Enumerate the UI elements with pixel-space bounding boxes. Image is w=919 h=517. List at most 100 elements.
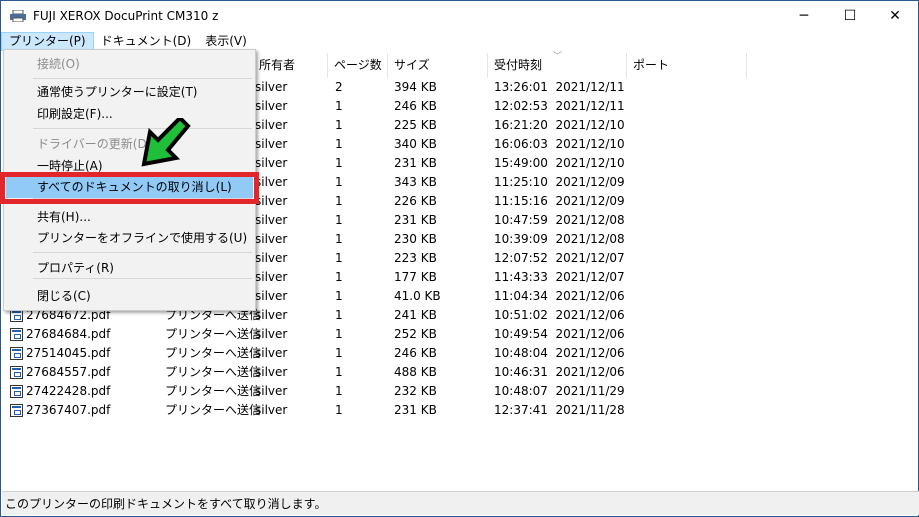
size: 223 KB	[394, 251, 437, 265]
owner: silver	[255, 137, 288, 151]
menu-item[interactable]: 通常使うプリンターに設定(T)	[6, 82, 253, 103]
owner: silver	[255, 80, 288, 94]
pages: 1	[335, 365, 343, 379]
minimize-button[interactable]: ─	[781, 1, 827, 31]
menu-item[interactable]: 印刷設定(F)...	[6, 104, 253, 125]
pages: 1	[335, 175, 343, 189]
owner: silver	[255, 213, 288, 227]
table-row[interactable]: 27684557.pdf プリンターへ送信 silver 1 488 KB 10:46:3…	[5, 363, 916, 382]
menu-item: 接続(O)	[37, 57, 80, 71]
menu-separator	[33, 78, 252, 79]
document-name: 27367407.pdf	[26, 403, 111, 417]
size: 177 KB	[394, 270, 437, 284]
size: 41.0 KB	[394, 289, 441, 303]
pages: 1	[335, 251, 343, 265]
size: 252 KB	[394, 327, 437, 341]
received-time: 12:07:52 2021/12/07	[494, 251, 625, 265]
size: 230 KB	[394, 232, 437, 246]
owner: silver	[255, 175, 288, 189]
size: 231 KB	[394, 213, 437, 227]
document-name: 27684684.pdf	[26, 327, 111, 341]
size: 232 KB	[394, 384, 437, 398]
pages: 1	[335, 270, 343, 284]
received-time: 15:49:00 2021/12/10	[494, 156, 625, 170]
pages: 1	[335, 99, 343, 113]
pages: 1	[335, 213, 343, 227]
pages: 1	[335, 289, 343, 303]
printer-icon	[10, 9, 26, 23]
owner: silver	[255, 384, 288, 398]
received-time: 11:43:33 2021/12/07	[494, 270, 625, 284]
received-time: 12:37:41 2021/11/28	[494, 403, 625, 417]
pages: 1	[335, 384, 343, 398]
document-name: 27684557.pdf	[26, 365, 111, 379]
owner: silver	[255, 251, 288, 265]
size: 340 KB	[394, 137, 437, 151]
table-row[interactable]: 27367407.pdf プリンターへ送信 silver 1 231 KB 12:37:4…	[5, 401, 916, 420]
size: 488 KB	[394, 365, 437, 379]
size: 394 KB	[394, 80, 437, 94]
document-status: プリンターへ送信	[165, 403, 262, 417]
pages: 2	[335, 80, 343, 94]
received-time: 11:15:16 2021/12/09	[494, 194, 625, 208]
size: 246 KB	[394, 346, 437, 360]
document-status: プリンターへ送信	[165, 346, 262, 360]
table-row[interactable]: 27422428.pdf プリンターへ送信 silver 1 232 KB 10:48:0…	[5, 382, 916, 401]
pages: 1	[335, 232, 343, 246]
received-time: 10:51:02 2021/12/06	[494, 308, 625, 322]
size: 231 KB	[394, 403, 437, 417]
size: 241 KB	[394, 308, 437, 322]
pages: 1	[335, 308, 343, 322]
menu-item: ドライバーの更新(D)	[37, 137, 152, 151]
size: 225 KB	[394, 118, 437, 132]
received-time: 13:26:01 2021/12/11	[494, 80, 625, 94]
pages: 1	[335, 137, 343, 151]
status-bar: このプリンターの印刷ドキュメントをすべて取り消します。	[2, 491, 919, 515]
received-time: 10:47:59 2021/12/08	[494, 213, 625, 227]
maximize-button[interactable]: ☐	[827, 1, 873, 31]
window-title: FUJI XEROX DocuPrint CM310 z	[33, 9, 219, 23]
column-pages[interactable]: ページ数	[328, 53, 388, 78]
owner: silver	[255, 365, 288, 379]
menu-item[interactable]: 閉じる(C)	[6, 286, 253, 307]
close-button[interactable]: ✕	[872, 1, 918, 31]
owner: silver	[255, 99, 288, 113]
menu-item[interactable]: プリンターをオフラインで使用する(U)	[6, 228, 253, 249]
column-port[interactable]: ポート	[627, 53, 747, 78]
size: 226 KB	[394, 194, 437, 208]
owner: silver	[255, 308, 288, 322]
document-name: 27422428.pdf	[26, 384, 111, 398]
column-size[interactable]: サイズ	[388, 53, 488, 78]
received-time: 16:21:20 2021/12/10	[494, 118, 625, 132]
owner: silver	[255, 118, 288, 132]
size: 246 KB	[394, 99, 437, 113]
pages: 1	[335, 346, 343, 360]
sort-descending-icon: ﹀	[553, 52, 563, 62]
document-status: プリンターへ送信	[165, 384, 262, 398]
pages: 1	[335, 403, 343, 417]
menu-item[interactable]: プロパティ(R)	[6, 258, 253, 279]
document-status: プリンターへ送信	[165, 327, 262, 341]
received-time: 11:25:10 2021/12/09	[494, 175, 625, 189]
received-time: 16:06:03 2021/12/10	[494, 137, 625, 151]
document-icon	[10, 347, 23, 360]
received-time: 10:48:04 2021/12/06	[494, 346, 625, 360]
menu-item[interactable]: 共有(H)...	[6, 207, 253, 228]
pages: 1	[335, 118, 343, 132]
table-row[interactable]: 27514045.pdf プリンターへ送信 silver 1 246 KB 10:48:0…	[5, 344, 916, 363]
column-owner[interactable]: 所有者	[253, 53, 328, 78]
document-icon	[10, 328, 23, 341]
received-time: 10:46:31 2021/12/06	[494, 365, 625, 379]
received-time: 12:02:53 2021/12/11	[494, 99, 625, 113]
owner: silver	[255, 289, 288, 303]
size: 343 KB	[394, 175, 437, 189]
document-icon	[10, 366, 23, 379]
annotation-arrow-icon	[141, 118, 191, 167]
owner: silver	[255, 156, 288, 170]
document-icon	[10, 385, 23, 398]
menu-separator	[33, 252, 252, 253]
pages: 1	[335, 194, 343, 208]
pages: 1	[335, 327, 343, 341]
table-row[interactable]: 27684684.pdf プリンターへ送信 silver 1 252 KB 10:49:5…	[5, 325, 916, 344]
pages: 1	[335, 156, 343, 170]
